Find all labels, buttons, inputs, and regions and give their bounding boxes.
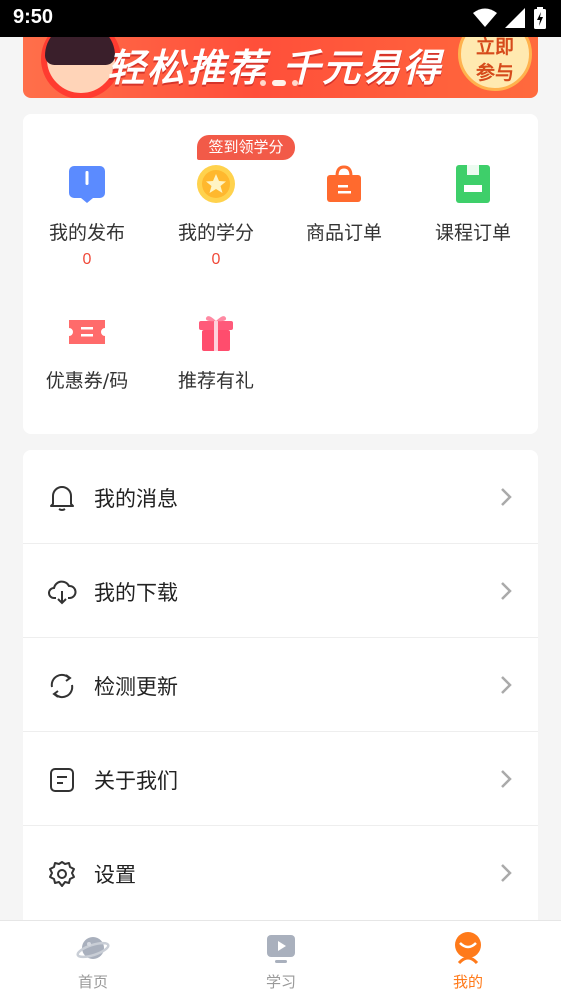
shortcut-referral-gift[interactable]: 推荐有礼 — [152, 312, 280, 393]
menu-item-check-update[interactable]: 检测更新 — [23, 638, 538, 732]
join-line-1: 立即 — [475, 37, 514, 58]
document-icon — [50, 768, 74, 792]
chevron-right-icon — [501, 488, 512, 506]
shopping-bag-icon — [327, 165, 361, 202]
shortcut-coupons[interactable]: 优惠券/码 — [23, 312, 151, 393]
menu-item-downloads[interactable]: 我的下载 — [23, 544, 538, 638]
play-screen-icon — [267, 935, 295, 963]
publish-icon — [69, 166, 105, 203]
profile-face-icon — [455, 932, 481, 965]
shortcut-count: 0 — [211, 251, 221, 268]
banner-illustration-hair — [45, 37, 115, 65]
tab-study[interactable]: 学习 — [221, 931, 341, 992]
bell-icon — [50, 486, 74, 511]
status-bar: 9:50 — [0, 0, 561, 37]
settings-menu: 我的消息 我的下载 检测更新 关于我们 设置 — [23, 450, 538, 920]
gift-icon — [199, 316, 233, 351]
carousel-dot — [260, 80, 266, 86]
join-now-button[interactable]: 立即 参与 — [458, 37, 532, 91]
chevron-right-icon — [501, 864, 512, 882]
cloud-download-icon — [48, 580, 77, 605]
tab-label: 首页 — [77, 973, 108, 991]
credit-star-icon — [197, 165, 235, 203]
menu-item-messages[interactable]: 我的消息 — [23, 450, 538, 544]
shortcut-course-orders[interactable]: 课程订单 — [409, 164, 537, 245]
shortcut-my-posts[interactable]: 我的发布 0 — [23, 164, 151, 269]
shortcut-label: 我的学分 — [177, 222, 254, 244]
signal-icon — [505, 8, 525, 28]
tab-label: 学习 — [265, 973, 296, 991]
carousel-dot — [292, 80, 298, 86]
tab-home[interactable]: 首页 — [33, 931, 153, 992]
shortcut-label: 商品订单 — [305, 222, 382, 244]
shortcut-label: 推荐有礼 — [177, 370, 254, 392]
carousel-indicator — [260, 80, 298, 86]
tab-label: 我的 — [452, 973, 483, 991]
menu-item-label: 我的消息 — [94, 487, 178, 511]
course-book-icon — [456, 165, 490, 203]
shortcut-my-credits[interactable]: 我的学分 0 — [152, 164, 280, 269]
planet-icon — [76, 937, 110, 959]
status-time: 9:50 — [13, 6, 54, 28]
refresh-icon — [50, 673, 74, 699]
menu-item-label: 关于我们 — [94, 769, 178, 793]
bottom-tab-bar: 首页 学习 我的 — [0, 920, 561, 999]
tab-mine[interactable]: 我的 — [408, 931, 528, 992]
shortcut-grid: 签到领学分 我的发布 0 我的学分 0 商品订单 课程订单 优惠券/码 推荐有礼 — [23, 114, 538, 434]
menu-item-label: 检测更新 — [94, 675, 178, 699]
chevron-right-icon — [501, 582, 512, 600]
shortcut-label: 优惠券/码 — [45, 370, 129, 392]
menu-item-settings[interactable]: 设置 — [23, 826, 538, 920]
status-icons — [473, 7, 547, 29]
chevron-right-icon — [501, 770, 512, 788]
menu-item-label: 我的下载 — [94, 581, 178, 605]
gear-icon — [49, 861, 75, 887]
join-line-2: 参与 — [475, 62, 514, 84]
shortcut-count: 0 — [82, 251, 92, 268]
wifi-icon — [473, 8, 497, 27]
coupon-icon — [69, 320, 105, 344]
menu-item-about-us[interactable]: 关于我们 — [23, 732, 538, 826]
checkin-credit-badge[interactable]: 签到领学分 — [197, 135, 295, 160]
shortcut-goods-orders[interactable]: 商品订单 — [280, 164, 408, 245]
menu-item-label: 设置 — [94, 863, 136, 887]
shortcut-label: 课程订单 — [434, 222, 511, 244]
promo-banner[interactable]: 轻松推荐 千元易得 立即 参与 — [23, 37, 538, 98]
chevron-right-icon — [501, 676, 512, 694]
carousel-dot-active — [272, 80, 286, 86]
battery-charging-icon — [534, 7, 546, 29]
shortcut-label: 我的发布 — [48, 222, 125, 244]
